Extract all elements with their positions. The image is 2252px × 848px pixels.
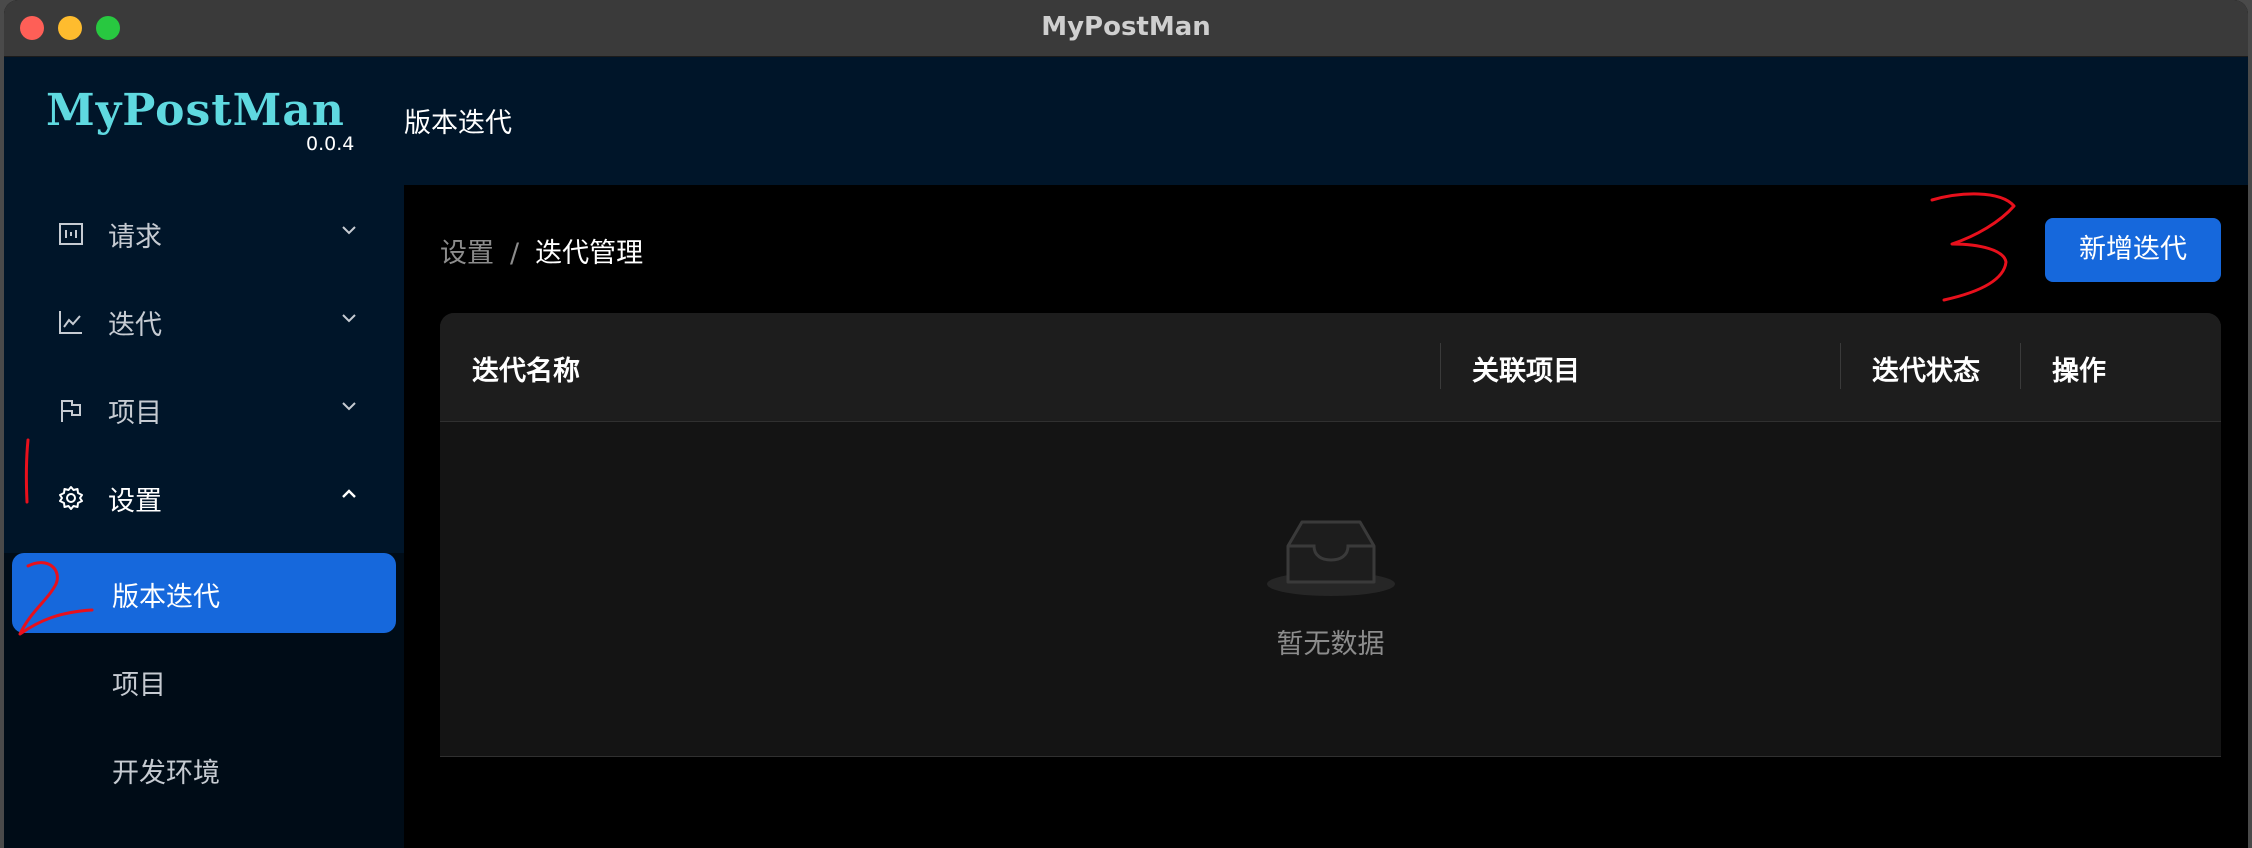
annotation-2 xyxy=(18,561,94,636)
annotation-1 xyxy=(24,438,30,504)
red-annotations xyxy=(18,192,2016,636)
annotation-3 xyxy=(1930,192,2016,302)
